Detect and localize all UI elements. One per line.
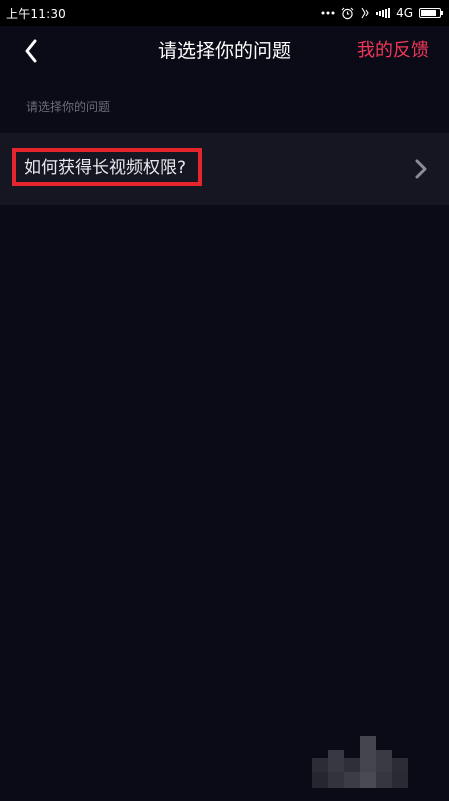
screen: 上午11:30 4G 请选择你的问题 我的反馈 请选择你的问题 如何获得长视频权… xyxy=(0,0,449,801)
status-bar: 上午11:30 4G xyxy=(0,0,449,26)
alarm-icon xyxy=(341,7,354,20)
network-type: 4G xyxy=(396,6,413,20)
section-label: 请选择你的问题 xyxy=(26,100,111,114)
status-icons: 4G xyxy=(321,6,443,20)
watermark-mosaic xyxy=(312,736,416,796)
chevron-right-icon xyxy=(415,159,427,179)
battery-icon xyxy=(419,8,443,18)
more-dots-icon xyxy=(321,11,335,15)
question-item[interactable]: 如何获得长视频权限? xyxy=(0,133,449,205)
vibrate-icon xyxy=(360,7,370,19)
header: 请选择你的问题 我的反馈 xyxy=(0,26,449,76)
my-feedback-button[interactable]: 我的反馈 xyxy=(357,38,429,64)
question-text: 如何获得长视频权限? xyxy=(24,158,187,178)
signal-icon xyxy=(376,8,391,18)
status-time: 上午11:30 xyxy=(6,6,66,21)
